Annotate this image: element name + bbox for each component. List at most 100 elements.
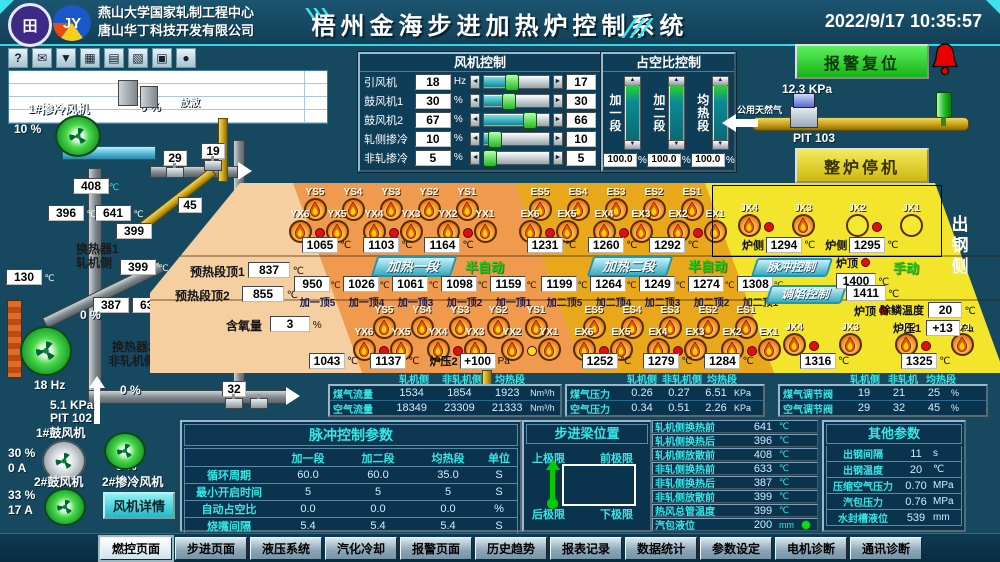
burner[interactable]: JX1 [899, 203, 923, 237]
fan-value-field[interactable]: 30 [415, 93, 451, 109]
duty-value-field[interactable]: 100.0 [603, 153, 637, 167]
burner[interactable]: JX2 [845, 203, 869, 237]
duty-cycle-panel: 占空比控制 加一段 ▲ ▼ 100.0% 加二段 ▲ [601, 52, 736, 172]
flame-icon [846, 214, 869, 237]
nav-tab[interactable]: 历史趋势 [475, 537, 547, 560]
nav-tab[interactable]: 步进页面 [175, 537, 247, 560]
fan-detail-button[interactable]: 风机详情 [103, 492, 175, 519]
fan1-icon[interactable] [55, 115, 101, 157]
nav-tab[interactable]: 通讯诊断 [850, 537, 922, 560]
fan-label: 引风机 [364, 74, 412, 90]
pulse-control-button[interactable]: 脉冲控制 [751, 258, 833, 277]
temp-396: 396 ℃ [48, 204, 97, 222]
ceiling-temp: 950℃加一顶5 [293, 275, 342, 309]
slider-right-arrow[interactable]: ► [553, 151, 563, 165]
nav-tab[interactable]: 报警页面 [400, 537, 472, 560]
slider-thumb[interactable] [488, 131, 502, 148]
idfan-output: 0 % [80, 308, 101, 322]
nav-tab[interactable]: 数据统计 [625, 537, 697, 560]
slider-right-arrow[interactable]: ► [553, 113, 563, 127]
fan-setpoint-field[interactable]: 5 [566, 150, 596, 166]
duty-value-field[interactable]: 100.0 [647, 153, 681, 167]
beam-position-panel: 步进梁位置 上极限 前极限 后极限 下极限 [522, 420, 652, 532]
toolbar-icon[interactable]: ? [8, 48, 28, 68]
nav-tab[interactable]: 参数设定 [700, 537, 772, 560]
zone2-tag[interactable]: 加热二段 [587, 256, 674, 277]
valve-icon[interactable] [250, 398, 268, 409]
blower2-icon[interactable] [44, 488, 86, 526]
valve-32-icon[interactable] [225, 398, 243, 409]
fan-value-field[interactable]: 67 [415, 112, 451, 128]
other-params-title: 其他参数 [826, 424, 962, 444]
furnace-pressure1: 炉压1 +13Pa [893, 319, 984, 337]
slider-left-arrow[interactable]: ◄ [470, 94, 480, 108]
slider-thumb[interactable] [523, 112, 537, 129]
fan-slider[interactable] [483, 113, 549, 127]
flame-control-button[interactable]: 调焰控制 [765, 285, 847, 304]
pit103-valve[interactable] [790, 106, 818, 128]
fan-unit: % [454, 152, 467, 163]
toolbar-icon[interactable]: ▣ [152, 48, 172, 68]
blower2-label: 2#鼓风机 [34, 473, 83, 490]
toolbar-icon[interactable]: ▧ [128, 48, 148, 68]
duty-slider[interactable]: ▲ ▼ [624, 76, 641, 150]
fan2-icon[interactable] [104, 432, 146, 470]
pit102-tag: PIT 102 [50, 411, 92, 425]
nav-tab[interactable]: 报表记录 [550, 537, 622, 560]
valve-19-icon[interactable] [204, 160, 222, 171]
duty-cycle-title: 占空比控制 [603, 54, 734, 72]
pulse-params-header: 加一段 加二段 均热段 单位 [184, 448, 518, 467]
burner[interactable]: JX4 [737, 203, 761, 237]
flue-arrow [286, 387, 300, 405]
slider-left-arrow[interactable]: ◄ [470, 75, 480, 89]
toolbar-icon[interactable]: ▼ [56, 48, 76, 68]
burner[interactable]: JX3 [791, 203, 815, 237]
fan-value-field[interactable]: 18 [415, 74, 451, 90]
gas-actuator[interactable] [936, 92, 952, 118]
fan-slider[interactable] [483, 75, 549, 89]
fan-slider[interactable] [483, 94, 549, 108]
fan-setpoint-field[interactable]: 30 [566, 93, 596, 109]
duty-slider[interactable]: ▲ ▼ [668, 76, 685, 150]
zone1-tag[interactable]: 加热一段 [371, 256, 458, 277]
fan-slider[interactable] [483, 151, 549, 165]
fan-setpoint-field[interactable]: 17 [566, 74, 596, 90]
slider-left-arrow[interactable]: ◄ [470, 113, 480, 127]
toolbar-icon[interactable]: ✉ [32, 48, 52, 68]
slider-thumb[interactable] [483, 150, 497, 167]
fan-slider[interactable] [483, 132, 549, 146]
slider-right-arrow[interactable]: ► [553, 132, 563, 146]
nav-tab[interactable]: 电机诊断 [775, 537, 847, 560]
burner[interactable]: JX3 [838, 322, 862, 356]
fan-setpoint-field[interactable]: 10 [566, 131, 596, 147]
temps-jx-bottom: 1316℃1325℃ [798, 353, 1000, 369]
duty-slider[interactable]: ▲ ▼ [712, 76, 729, 150]
burner[interactable]: YX1 [537, 327, 561, 361]
nav-tab[interactable]: 燃控页面 [100, 537, 172, 560]
fan-value-field[interactable]: 5 [415, 150, 451, 166]
slider-left-arrow[interactable]: ◄ [470, 151, 480, 165]
toolbar-icon[interactable]: ▤ [104, 48, 124, 68]
slider-left-arrow[interactable]: ◄ [470, 132, 480, 146]
beam-panel-title: 步进梁位置 [526, 424, 648, 444]
temp-399a: 399 [116, 222, 152, 240]
burner[interactable]: JX4 [782, 322, 806, 356]
duty-value-field[interactable]: 100.0 [691, 153, 725, 167]
fan-value-field[interactable]: 10 [415, 131, 451, 147]
duty-zone-label: 加一段 [609, 94, 622, 133]
alarm-reset-button[interactable]: 报警复位 [795, 44, 929, 79]
slider-thumb[interactable] [505, 74, 519, 91]
toolbar-icon[interactable]: ● [176, 48, 196, 68]
induced-draft-fan-icon[interactable] [20, 326, 72, 376]
soak-mode: 手动 [893, 258, 919, 277]
temp-readout: 1284℃ [702, 353, 763, 369]
fan-setpoint-field[interactable]: 66 [566, 112, 596, 128]
nav-tab[interactable]: 液压系统 [250, 537, 322, 560]
valve-29-icon[interactable] [166, 167, 184, 178]
slider-right-arrow[interactable]: ► [553, 94, 563, 108]
slider-right-arrow[interactable]: ► [553, 75, 563, 89]
slider-thumb[interactable] [502, 93, 516, 110]
toolbar-icon[interactable]: ▦ [80, 48, 100, 68]
nav-tab[interactable]: 汽化冷却 [325, 537, 397, 560]
furnace-stop-button[interactable]: 整炉停机 [795, 148, 929, 183]
